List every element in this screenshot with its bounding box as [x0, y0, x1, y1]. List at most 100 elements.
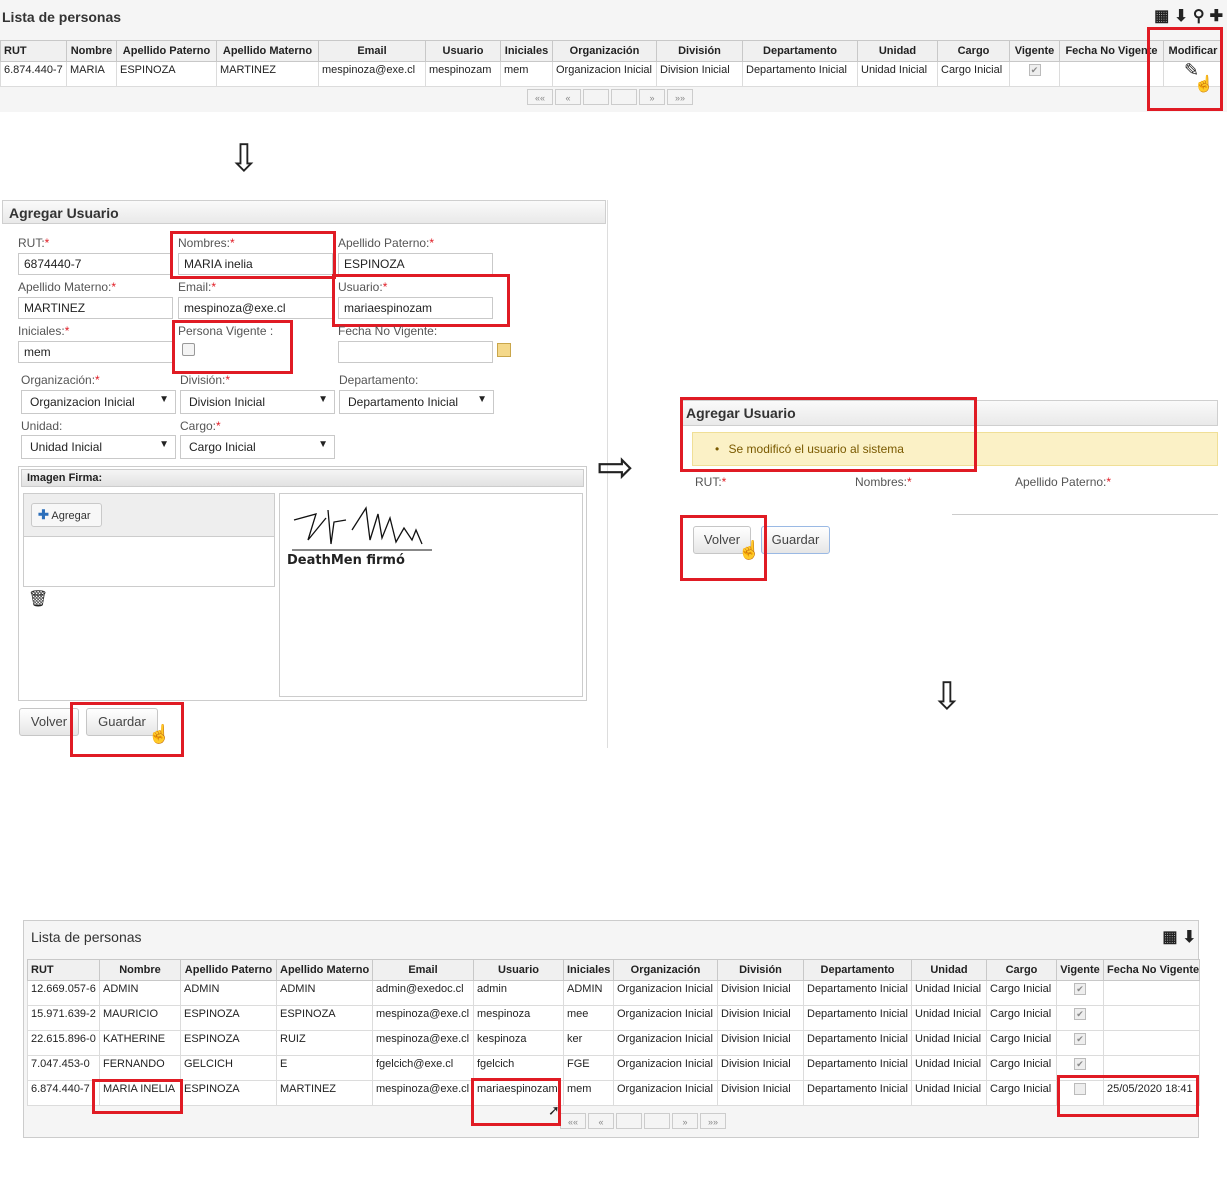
column-header[interactable]: Iniciales: [563, 959, 614, 981]
table-cell: Cargo Inicial: [986, 1080, 1057, 1106]
pager-button[interactable]: «: [588, 1113, 614, 1129]
rut-input[interactable]: 6874440-7: [18, 253, 173, 275]
arrow-right-icon: ⇨: [597, 443, 634, 492]
pager-button[interactable]: »»: [700, 1113, 726, 1129]
table-cell: Unidad Inicial: [911, 1080, 987, 1106]
table-cell: Organizacion Inicial: [613, 1055, 718, 1081]
column-header[interactable]: Cargo: [986, 959, 1057, 981]
column-header[interactable]: Apellido Materno: [276, 959, 373, 981]
agregar-button[interactable]: ✚ Agregar: [31, 503, 102, 527]
column-header[interactable]: Apellido Paterno: [180, 959, 277, 981]
table-row[interactable]: 12.669.057-6 ADMIN ADMIN ADMIN admin@exedoc.…: [27, 980, 1200, 1006]
add-icon[interactable]: ✚: [1210, 6, 1223, 26]
column-header[interactable]: División: [656, 40, 743, 62]
column-header[interactable]: RUT: [0, 40, 67, 62]
division-select[interactable]: Division Inicial ▼: [180, 390, 335, 414]
fecha-no-vigente-input[interactable]: [338, 341, 493, 363]
column-header[interactable]: Email: [372, 959, 474, 981]
apellido-materno-input[interactable]: MARTINEZ: [18, 297, 173, 319]
chevron-down-icon: ▼: [318, 439, 328, 450]
pager-button[interactable]: [611, 89, 637, 105]
bottom-people-table: RUT Nombre Apellido Paterno Apellido Matern…: [27, 959, 1200, 1106]
email-input[interactable]: mespinoza@exe.cl: [178, 297, 333, 319]
cursor-arrow-icon: ➚: [548, 1102, 560, 1118]
column-header[interactable]: Unidad: [911, 959, 987, 981]
table-cell: Departamento Inicial: [803, 1030, 912, 1056]
pager-button[interactable]: »: [639, 89, 665, 105]
column-header[interactable]: RUT: [27, 959, 100, 981]
table-cell: ADMIN: [563, 980, 614, 1006]
table-row[interactable]: 7.047.453-0 FERNANDO GELCICH Efgelcich@exe.…: [27, 1055, 1200, 1081]
column-header[interactable]: Vigente: [1056, 959, 1104, 981]
column-header[interactable]: Organización: [613, 959, 718, 981]
iniciales-input[interactable]: mem: [18, 341, 173, 363]
column-header[interactable]: Email: [318, 40, 426, 62]
calendar-icon[interactable]: [497, 343, 511, 357]
chevron-down-icon: ▼: [159, 394, 169, 405]
column-header[interactable]: Apellido Materno: [216, 40, 319, 62]
table-row[interactable]: 6.874.440-7 MARIA INELIA ESPINOZA MARTINEZ m…: [27, 1080, 1200, 1106]
table-cell: Unidad Inicial: [911, 1005, 987, 1031]
pager-button[interactable]: »»: [667, 89, 693, 105]
column-header[interactable]: Iniciales: [500, 40, 553, 62]
chevron-down-icon: ▼: [477, 394, 487, 405]
vigente-cell: ✔: [1056, 980, 1104, 1006]
pager-button[interactable]: ««: [560, 1113, 586, 1129]
pager-button[interactable]: ««: [527, 89, 553, 105]
table-cell: MARTINEZ: [276, 1080, 373, 1106]
table-row[interactable]: 22.615.896-0 KATHERINE ESPINOZA RUIZ mespino…: [27, 1030, 1200, 1056]
column-header[interactable]: Unidad: [857, 40, 938, 62]
cargo-label: Cargo:*: [180, 419, 221, 433]
column-header[interactable]: Usuario: [425, 40, 501, 62]
column-header[interactable]: Nombre: [99, 959, 181, 981]
cargo-select[interactable]: Cargo Inicial ▼: [180, 435, 335, 459]
departamento-select[interactable]: Departamento Inicial ▼: [339, 390, 494, 414]
table-cell: Division Inicial: [717, 980, 804, 1006]
column-header[interactable]: División: [717, 959, 804, 981]
bottom-pager: «« « »»»: [560, 1113, 726, 1129]
table-cell: ESPINOZA: [116, 61, 217, 87]
column-header[interactable]: Fecha No Vigente: [1103, 959, 1200, 981]
pager-button[interactable]: [616, 1113, 642, 1129]
table-cell: kespinoza: [473, 1030, 564, 1056]
apellido-paterno-input[interactable]: ESPINOZA: [338, 253, 493, 275]
organizacion-select[interactable]: Organizacion Inicial ▼: [21, 390, 176, 414]
grid-icon[interactable]: ▦: [1162, 927, 1177, 947]
top-header-row: RUT Nombre Apellido Paterno Apellido Matern…: [0, 40, 1223, 62]
column-header[interactable]: Departamento: [742, 40, 858, 62]
search-icon[interactable]: ⚲: [1193, 6, 1205, 26]
grid-icon[interactable]: ▦: [1154, 6, 1169, 26]
column-header[interactable]: Nombre: [66, 40, 117, 62]
firma-title: Imagen Firma:: [21, 469, 584, 487]
column-header[interactable]: Vigente: [1009, 40, 1060, 62]
departamento-label: Departamento:: [339, 373, 419, 387]
table-row[interactable]: 6.874.440-7 MARIA ESPINOZA MARTINEZ mespinoz…: [0, 61, 1223, 87]
column-header[interactable]: Apellido Paterno: [116, 40, 217, 62]
pager-button[interactable]: »: [672, 1113, 698, 1129]
pager-button[interactable]: «: [555, 89, 581, 105]
table-cell: mespinoza@exe.cl: [318, 61, 426, 87]
download-icon[interactable]: ⬇: [1174, 6, 1187, 26]
table-cell: mespinoza@exe.cl: [372, 1030, 474, 1056]
pager-button[interactable]: [583, 89, 609, 105]
unidad-select[interactable]: Unidad Inicial ▼: [21, 435, 176, 459]
table-cell: mespinoza@exe.cl: [372, 1005, 474, 1031]
table-cell: Cargo Inicial: [986, 1055, 1057, 1081]
confirm-guardar-button[interactable]: Guardar: [761, 526, 830, 554]
table-row[interactable]: 15.971.639-2 MAURICIO ESPINOZA ESPINOZA mesp…: [27, 1005, 1200, 1031]
download-icon[interactable]: ⬇: [1183, 927, 1196, 947]
highlight-nombre-cell: [92, 1079, 183, 1114]
organizacion-label: Organización:*: [21, 373, 100, 387]
column-header[interactable]: Departamento: [803, 959, 912, 981]
fecha-no-vigente-label: Fecha No Vigente:: [338, 324, 438, 338]
table-cell: 22.615.896-0: [27, 1030, 100, 1056]
table-cell: Organizacion Inicial: [613, 1005, 718, 1031]
column-header[interactable]: Usuario: [473, 959, 564, 981]
column-header[interactable]: Organización: [552, 40, 657, 62]
top-people-table: RUT Nombre Apellido Paterno Apellido Matern…: [0, 40, 1223, 87]
trash-icon[interactable]: 🗑: [28, 589, 48, 609]
vigente-checkbox: ✔: [1074, 983, 1086, 995]
column-header[interactable]: Cargo: [937, 40, 1010, 62]
table-cell: admin@exedoc.cl: [372, 980, 474, 1006]
pager-button[interactable]: [644, 1113, 670, 1129]
